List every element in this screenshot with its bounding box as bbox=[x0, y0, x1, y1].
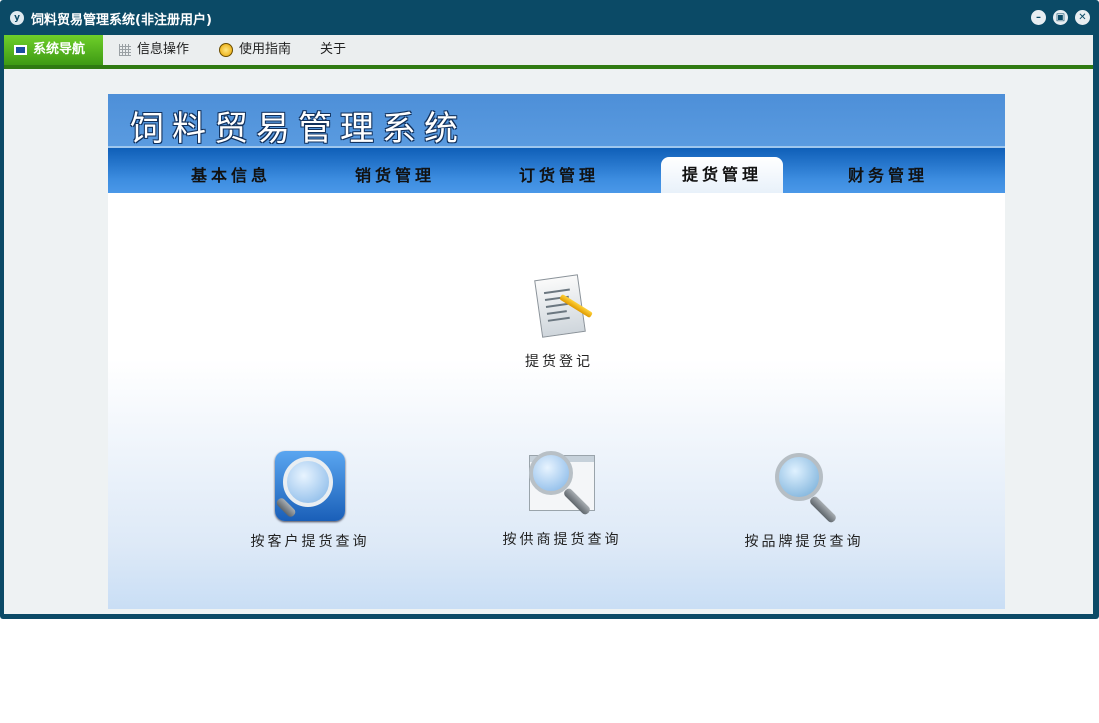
app-logo-icon: y bbox=[10, 11, 24, 25]
close-button[interactable]: ✕ bbox=[1075, 10, 1090, 25]
notepad-pencil-icon bbox=[532, 274, 593, 338]
minimize-button[interactable]: – bbox=[1031, 10, 1046, 25]
menu-label: 系统导航 bbox=[33, 42, 86, 57]
title-bar[interactable]: y 饲料贸易管理系统(非注册用户) – ▣ ✕ bbox=[0, 0, 1099, 35]
delivery-register-button[interactable]: 提货登记 bbox=[509, 274, 609, 371]
menu-guide[interactable]: 使用指南 bbox=[219, 35, 291, 65]
restore-button[interactable]: ▣ bbox=[1053, 10, 1068, 25]
query-by-customer-button[interactable]: 按客户提货查询 bbox=[235, 451, 385, 551]
function-label: 按客户提货查询 bbox=[250, 534, 370, 550]
banner: 饲料贸易管理系统 bbox=[108, 94, 1005, 149]
blue-magnifier-icon bbox=[275, 451, 345, 521]
menu-label: 信息操作 bbox=[137, 42, 190, 57]
window-title: 饲料贸易管理系统(非注册用户) bbox=[31, 13, 212, 28]
function-label: 按供商提货查询 bbox=[502, 532, 622, 548]
content-area: 提货登记 按客户提货查询 按供商提货查询 按品牌提货查询 bbox=[108, 193, 1005, 609]
menu-label: 使用指南 bbox=[239, 42, 292, 57]
query-by-supplier-button[interactable]: 按供商提货查询 bbox=[487, 451, 637, 549]
menu-about[interactable]: 关于 bbox=[320, 35, 346, 65]
menu-bar: 系统导航 信息操作 使用指南 关于 bbox=[4, 35, 1093, 69]
banner-title: 饲料贸易管理系统 bbox=[130, 109, 466, 149]
function-label: 提货登记 bbox=[525, 354, 593, 370]
tab-bar: 基本信息 销货管理 订货管理 提货管理 财务管理 bbox=[108, 146, 1005, 193]
monitor-icon bbox=[14, 44, 27, 55]
tab-sales[interactable]: 销货管理 bbox=[334, 160, 456, 193]
query-by-brand-button[interactable]: 按品牌提货查询 bbox=[729, 451, 879, 551]
tab-finance[interactable]: 财务管理 bbox=[827, 160, 949, 193]
client-area: 系统导航 信息操作 使用指南 关于 饲料贸易管理系统 基本信息 销货管理 订货管… bbox=[4, 35, 1093, 614]
function-label: 按品牌提货查询 bbox=[744, 534, 864, 550]
grid-icon bbox=[119, 43, 131, 56]
tab-basic-info[interactable]: 基本信息 bbox=[170, 160, 292, 193]
tab-orders[interactable]: 订货管理 bbox=[498, 160, 620, 193]
magnifier-icon bbox=[769, 451, 839, 524]
menu-info-ops[interactable]: 信息操作 bbox=[119, 35, 189, 65]
guide-icon bbox=[219, 42, 233, 57]
app-window: y 饲料贸易管理系统(非注册用户) – ▣ ✕ 系统导航 信息操作 使用指南 关… bbox=[0, 0, 1099, 619]
tab-delivery[interactable]: 提货管理 bbox=[661, 157, 783, 193]
menu-system-nav[interactable]: 系统导航 bbox=[4, 35, 103, 65]
window-magnifier-icon bbox=[527, 451, 597, 516]
menu-label: 关于 bbox=[320, 42, 347, 57]
main-panel: 饲料贸易管理系统 基本信息 销货管理 订货管理 提货管理 财务管理 提货登记 按… bbox=[108, 94, 1005, 609]
